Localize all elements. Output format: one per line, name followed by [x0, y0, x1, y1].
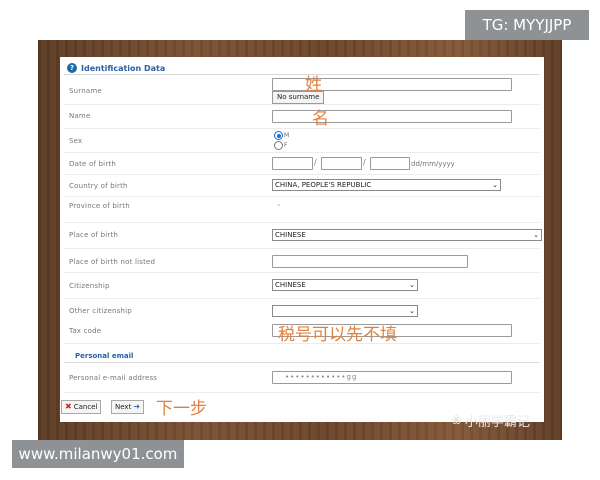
author-watermark: ❀ 小丽学霸记 — [451, 411, 530, 430]
name-label: Name — [69, 112, 91, 120]
dob-separator: / — [363, 158, 366, 167]
place-birth-label: Place of birth — [69, 231, 119, 239]
row-divider — [64, 196, 540, 197]
row-divider — [64, 152, 540, 153]
sex-f-label: F — [284, 142, 288, 149]
other-citizenship-select[interactable]: ⌄ — [272, 305, 418, 317]
country-birth-label: Country of birth — [69, 182, 128, 190]
row-divider — [64, 104, 540, 105]
personal-email-title: Personal email — [75, 352, 134, 360]
sex-f-radio[interactable] — [274, 141, 283, 150]
tg-watermark-tag: TG: MYYJJPP — [465, 10, 589, 40]
row-divider — [64, 128, 540, 129]
dob-month-input[interactable] — [321, 157, 362, 170]
row-divider — [64, 392, 540, 393]
paw-icon: ❀ — [451, 413, 462, 428]
row-divider — [64, 298, 540, 299]
sex-m-label: M — [284, 132, 290, 139]
row-divider — [64, 222, 540, 223]
header-divider — [64, 74, 540, 75]
row-divider — [64, 174, 540, 175]
dob-label: Date of birth — [69, 160, 116, 168]
chevron-down-icon: ⌄ — [276, 200, 282, 208]
close-icon: ✖ — [65, 402, 72, 411]
chevron-down-icon: ⌄ — [409, 281, 415, 289]
next-label: Next — [115, 403, 132, 411]
site-watermark-tag: www.milanwy01.com — [12, 440, 184, 468]
province-birth-label: Province of birth — [69, 202, 130, 210]
chevron-down-icon: ⌄ — [492, 181, 498, 189]
dob-format-hint: dd/mm/yyyy — [411, 160, 455, 168]
dob-year-input[interactable] — [370, 157, 410, 170]
sex-m-radio[interactable] — [274, 131, 283, 140]
row-divider — [64, 248, 540, 249]
section-title: Identification Data — [81, 63, 166, 73]
watermark-text: 小丽学霸记 — [464, 415, 530, 430]
place-birth-value: CHINESE — [275, 231, 306, 239]
surname-label: Surname — [69, 87, 102, 95]
citizenship-value: CHINESE — [275, 281, 306, 289]
citizenship-label: Citizenship — [69, 282, 110, 290]
row-divider — [64, 362, 540, 363]
chevron-down-icon: ⌄ — [533, 231, 539, 239]
sex-label: Sex — [69, 137, 83, 145]
citizenship-select[interactable]: CHINESE ⌄ — [272, 279, 418, 291]
personal-email-value: ••••••••••••gg — [285, 373, 358, 381]
row-divider — [64, 272, 540, 273]
country-birth-select[interactable]: CHINA, PEOPLE'S REPUBLIC ⌄ — [272, 179, 501, 191]
chevron-down-icon: ⌄ — [409, 307, 415, 315]
help-icon[interactable]: ? — [67, 63, 77, 73]
cancel-label: Cancel — [73, 403, 98, 411]
annotation-surname: 姓 — [305, 75, 322, 95]
tax-code-label: Tax code — [69, 327, 102, 335]
place-not-listed-input[interactable] — [272, 255, 468, 268]
personal-email-label: Personal e-mail address — [69, 374, 158, 382]
dob-day-input[interactable] — [272, 157, 313, 170]
next-button[interactable]: Next ➜ — [111, 400, 145, 414]
place-birth-select[interactable]: CHINESE ⌄ — [272, 229, 542, 241]
section-header: ? Identification Data — [67, 63, 165, 73]
dob-separator: / — [314, 158, 317, 167]
other-citizenship-label: Other citizenship — [69, 307, 132, 315]
annotation-name: 名 — [312, 109, 329, 129]
annotation-tax-code: 税号可以先不填 — [278, 325, 397, 345]
name-input[interactable] — [272, 110, 512, 123]
place-not-listed-label: Place of birth not listed — [69, 258, 156, 266]
cancel-button[interactable]: ✖ Cancel — [61, 400, 102, 414]
country-birth-value: CHINA, PEOPLE'S REPUBLIC — [275, 181, 372, 189]
arrow-right-icon: ➜ — [133, 402, 141, 411]
annotation-next-step: 下一步 — [156, 399, 207, 419]
